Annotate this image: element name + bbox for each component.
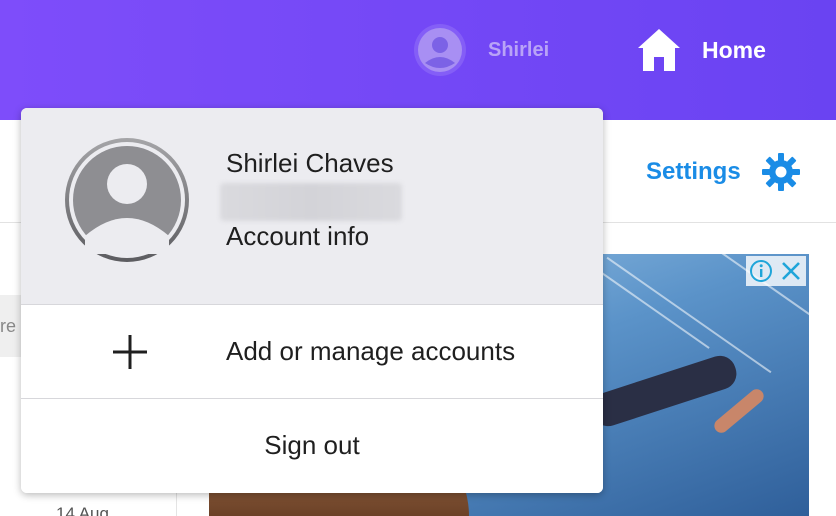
add-manage-accounts-label: Add or manage accounts: [226, 336, 516, 366]
account-dropdown: Shirlei Chaves Account info Add or manag…: [21, 108, 603, 493]
info-icon[interactable]: [746, 256, 776, 286]
account-email-redacted: [220, 183, 402, 221]
home-icon: [638, 29, 680, 71]
app-root: Shirlei Home Settings re 14 Aug Shirlei …: [0, 0, 836, 516]
avatar-icon: [65, 138, 189, 262]
home-label: Home: [702, 36, 766, 63]
list-date-partial: 14 Aug: [56, 504, 109, 516]
settings-label: Settings: [646, 158, 741, 185]
account-name: Shirlei Chaves: [226, 148, 394, 178]
account-header: Shirlei Chaves Account info: [21, 108, 603, 305]
account-info-link[interactable]: Account info: [226, 221, 369, 252]
add-manage-accounts-item[interactable]: Add or manage accounts: [21, 305, 603, 399]
home-link[interactable]: Home: [636, 26, 766, 74]
left-tab-partial[interactable]: re: [0, 295, 22, 357]
close-icon[interactable]: [776, 256, 806, 286]
gear-icon[interactable]: [761, 152, 801, 192]
sign-out-item[interactable]: Sign out: [21, 399, 603, 493]
ad-controls: [746, 256, 806, 286]
sign-out-label: Sign out: [264, 430, 360, 460]
plus-icon: [113, 335, 147, 369]
user-name[interactable]: Shirlei: [488, 39, 549, 62]
user-menu-trigger[interactable]: Shirlei: [414, 24, 549, 76]
settings-link[interactable]: Settings: [646, 150, 801, 194]
user-avatar-icon[interactable]: [414, 24, 466, 76]
top-header: Shirlei Home: [0, 0, 836, 120]
runner-arm: [711, 386, 767, 436]
